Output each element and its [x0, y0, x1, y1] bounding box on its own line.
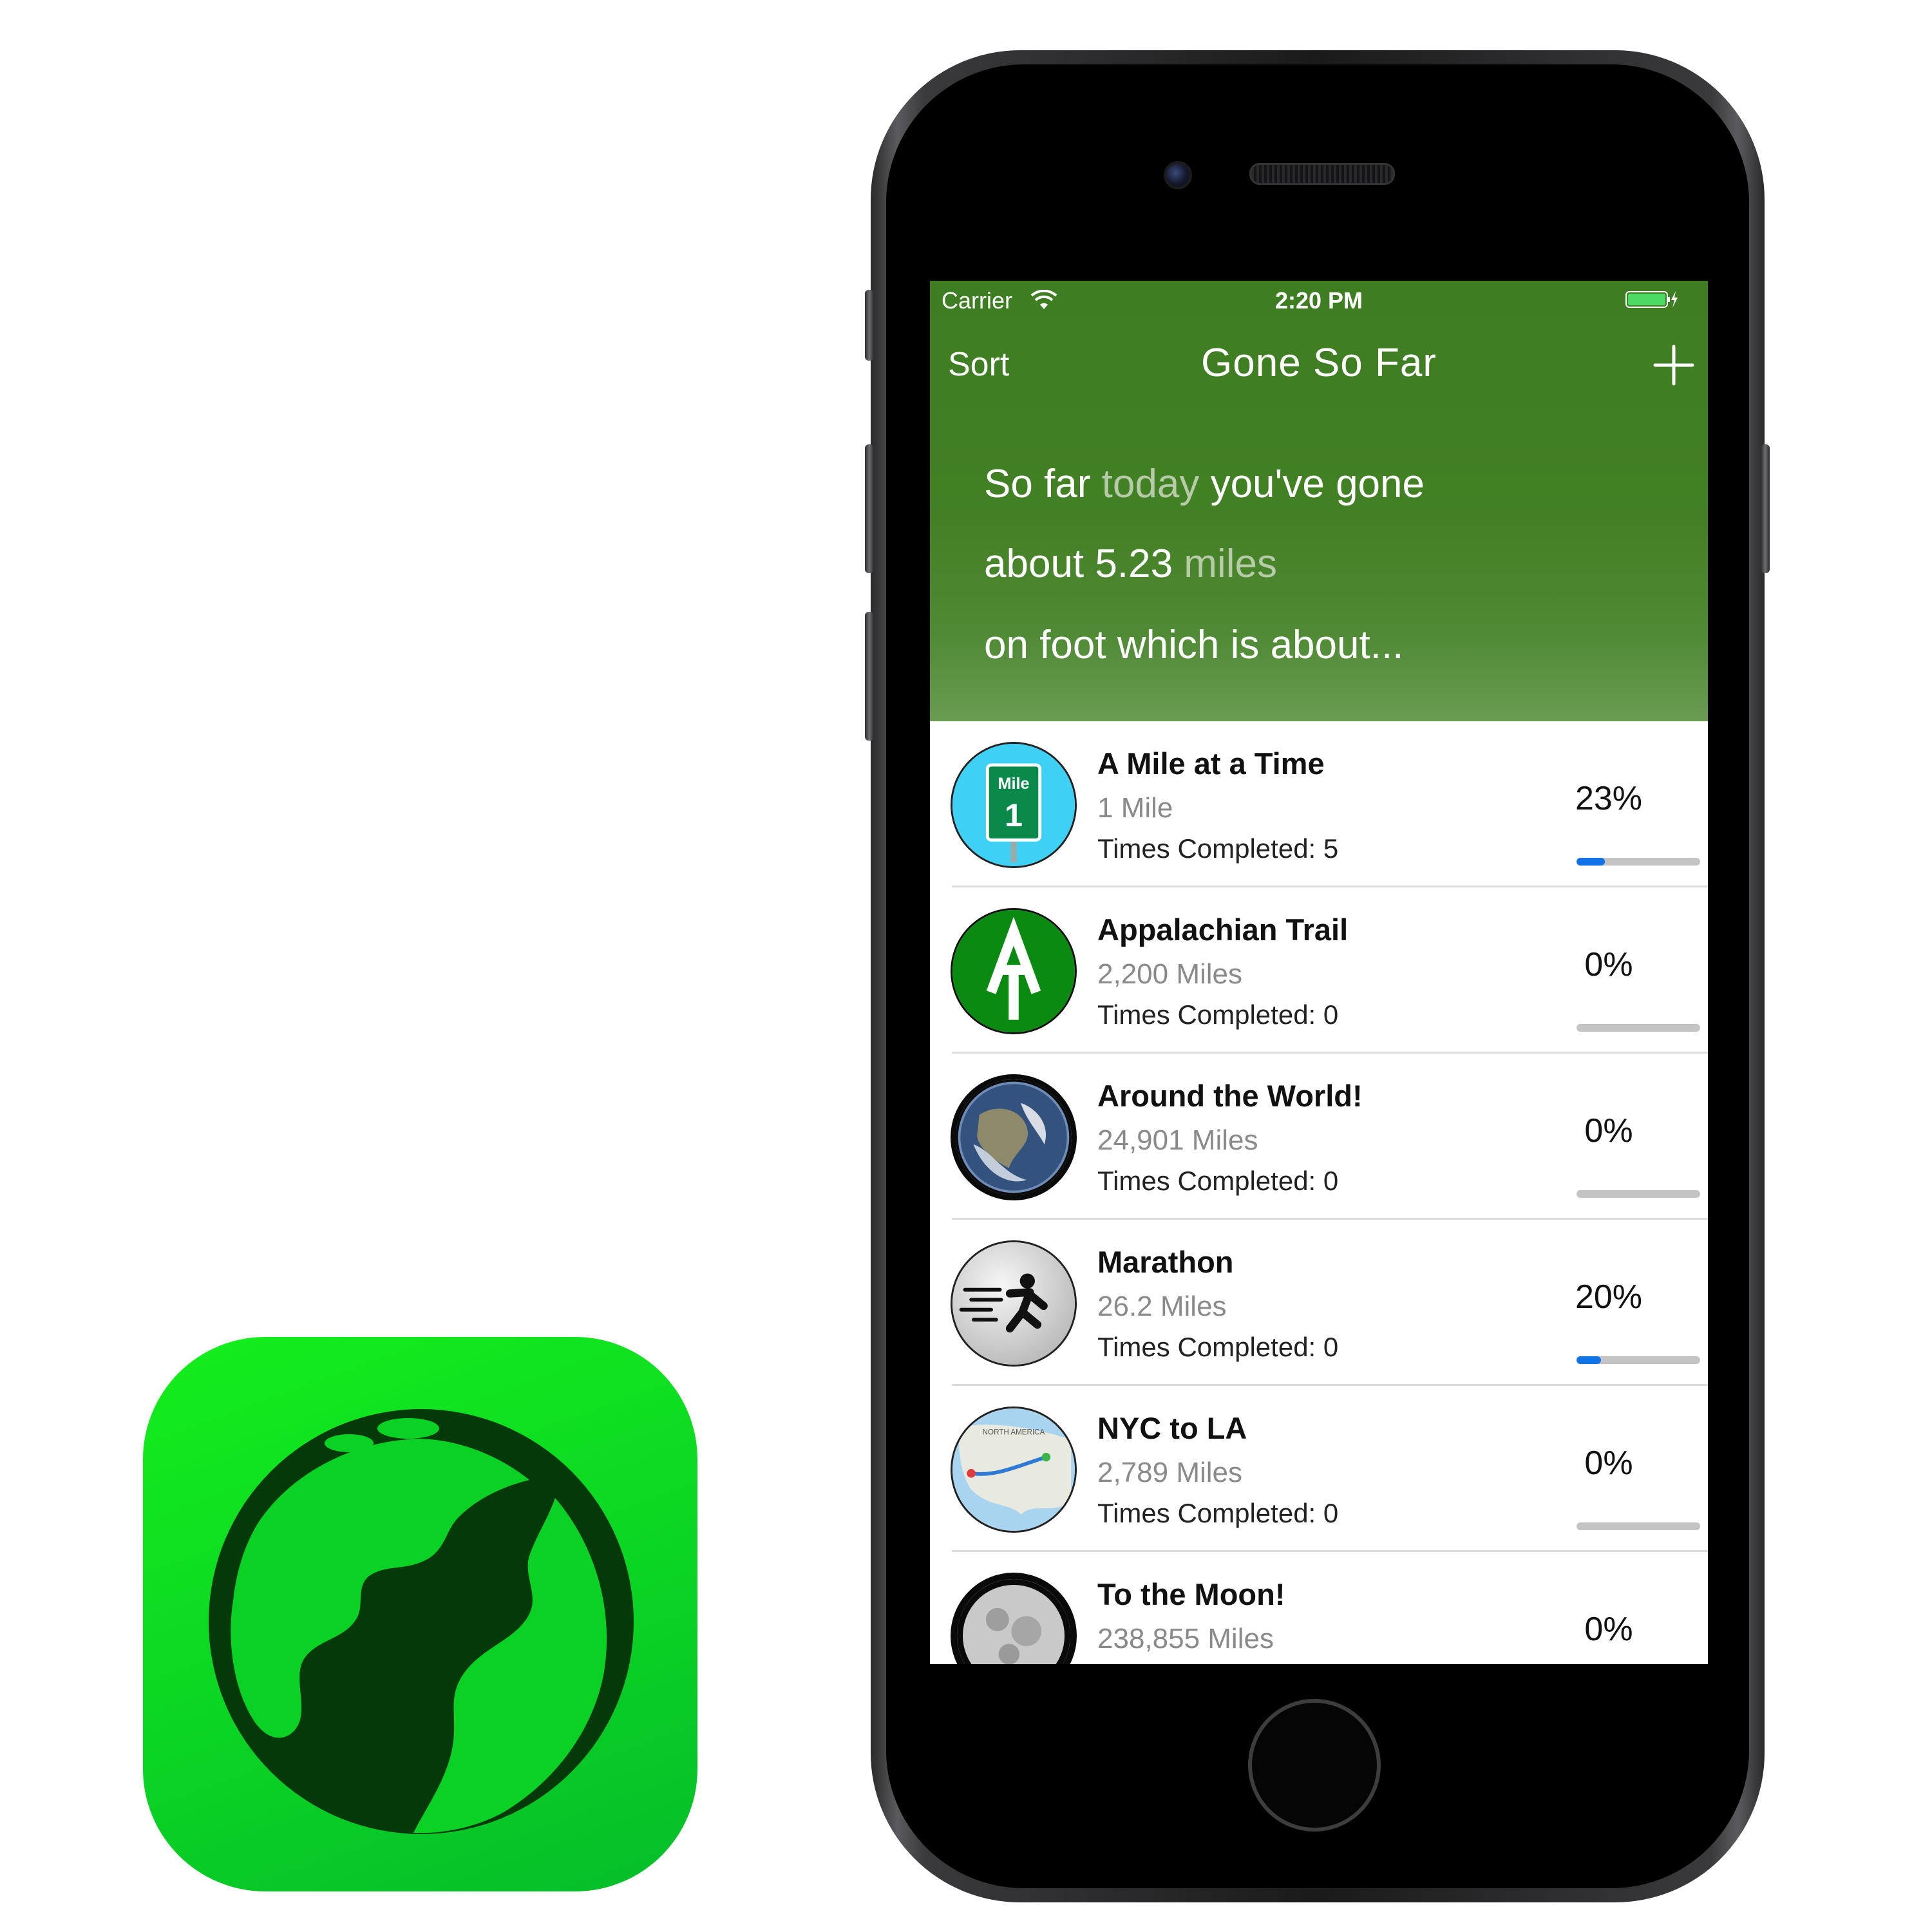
plus-icon[interactable] [1653, 344, 1695, 386]
goal-progress-bar [1577, 1356, 1700, 1364]
mute-switch [865, 290, 874, 361]
goal-progress-fill [1577, 858, 1605, 866]
map-label: NORTH AMERICA [983, 1428, 1045, 1437]
home-button[interactable] [1248, 1699, 1381, 1832]
goal-distance: 26.2 Miles [1097, 1291, 1227, 1322]
list-item[interactable]: Mile 1 A Mile at a Time 1 Mile Times Com… [930, 721, 1708, 887]
goal-progress-bar [1577, 1190, 1700, 1198]
distance-value: about 5.23 [984, 542, 1173, 586]
list-item[interactable]: To the Moon! 238,855 Miles 0% [930, 1552, 1708, 1664]
goal-title: Appalachian Trail [1097, 913, 1349, 947]
moon-icon [951, 1573, 1077, 1664]
appalachian-trail-icon [951, 908, 1077, 1034]
summary-text: you've gone [1210, 462, 1425, 506]
goal-distance: 24,901 Miles [1097, 1124, 1258, 1156]
goal-times-completed: Times Completed: 5 [1097, 833, 1339, 864]
summary-line-1: So far today you've gone [984, 461, 1425, 507]
status-time: 2:20 PM [1274, 287, 1363, 314]
goal-title: Marathon [1097, 1245, 1234, 1279]
goal-times-completed: Times Completed: 0 [1097, 1332, 1339, 1362]
goal-title: To the Moon! [1097, 1577, 1285, 1611]
volume-up-button [865, 444, 874, 573]
power-button [1761, 444, 1770, 573]
goal-title: NYC to LA [1097, 1411, 1247, 1445]
app-screen: Carrier 2:20 PM Sort Gone So Far So far … [930, 281, 1708, 1664]
goal-percent: 0% [1584, 1611, 1633, 1648]
goal-percent: 0% [1584, 1444, 1633, 1482]
goal-title: Around the World! [1097, 1079, 1363, 1113]
app-icon [143, 1337, 697, 1891]
goal-progress-bar [1577, 1522, 1700, 1530]
goal-percent: 0% [1584, 946, 1633, 983]
summary-line-2: about 5.23 miles [984, 541, 1277, 587]
battery-charging-icon [1625, 291, 1678, 308]
goal-progress-fill [1577, 1356, 1602, 1364]
goal-times-completed: Times Completed: 0 [1097, 999, 1339, 1030]
goal-distance: 2,789 Miles [1097, 1457, 1243, 1488]
mile-marker-icon: Mile 1 [951, 742, 1077, 868]
goal-percent: 20% [1575, 1278, 1643, 1316]
globe-icon [209, 1409, 634, 1834]
goal-distance: 1 Mile [1097, 792, 1173, 824]
goal-distance: 2,200 Miles [1097, 958, 1243, 990]
goal-title: A Mile at a Time [1097, 746, 1325, 781]
mile-sign-number: 1 [1005, 797, 1023, 833]
list-item[interactable]: Around the World! 24,901 Miles Times Com… [930, 1054, 1708, 1220]
list-item[interactable]: Marathon 26.2 Miles Times Completed: 0 2… [930, 1220, 1708, 1386]
goal-percent: 23% [1575, 780, 1643, 817]
list-item[interactable]: Appalachian Trail 2,200 Miles Times Comp… [930, 887, 1708, 1054]
summary-text: So far [984, 462, 1091, 506]
unit-selector[interactable]: miles [1184, 542, 1277, 586]
earpiece-speaker [1249, 163, 1395, 185]
summary-line-3: on foot which is about... [984, 623, 1404, 667]
map-route-icon: NORTH AMERICA [951, 1406, 1077, 1533]
volume-down-button [865, 612, 874, 741]
front-camera [1164, 161, 1192, 189]
goal-distance: 238,855 Miles [1097, 1623, 1274, 1654]
period-selector[interactable]: today [1102, 462, 1200, 506]
goal-progress-bar [1577, 1024, 1700, 1032]
goal-times-completed: Times Completed: 0 [1097, 1166, 1339, 1196]
nav-title: Gone So Far [1201, 341, 1437, 385]
runner-icon [951, 1240, 1077, 1367]
goal-progress-bar [1577, 858, 1700, 866]
goal-percent: 0% [1584, 1112, 1633, 1150]
list-item[interactable]: NORTH AMERICA NYC to LA 2,789 Miles Time… [930, 1386, 1708, 1552]
summary-header: Carrier 2:20 PM Sort Gone So Far So far … [930, 281, 1708, 721]
goal-times-completed: Times Completed: 0 [1097, 1498, 1339, 1528]
earth-icon [951, 1074, 1077, 1200]
mile-sign-label: Mile [998, 775, 1030, 793]
